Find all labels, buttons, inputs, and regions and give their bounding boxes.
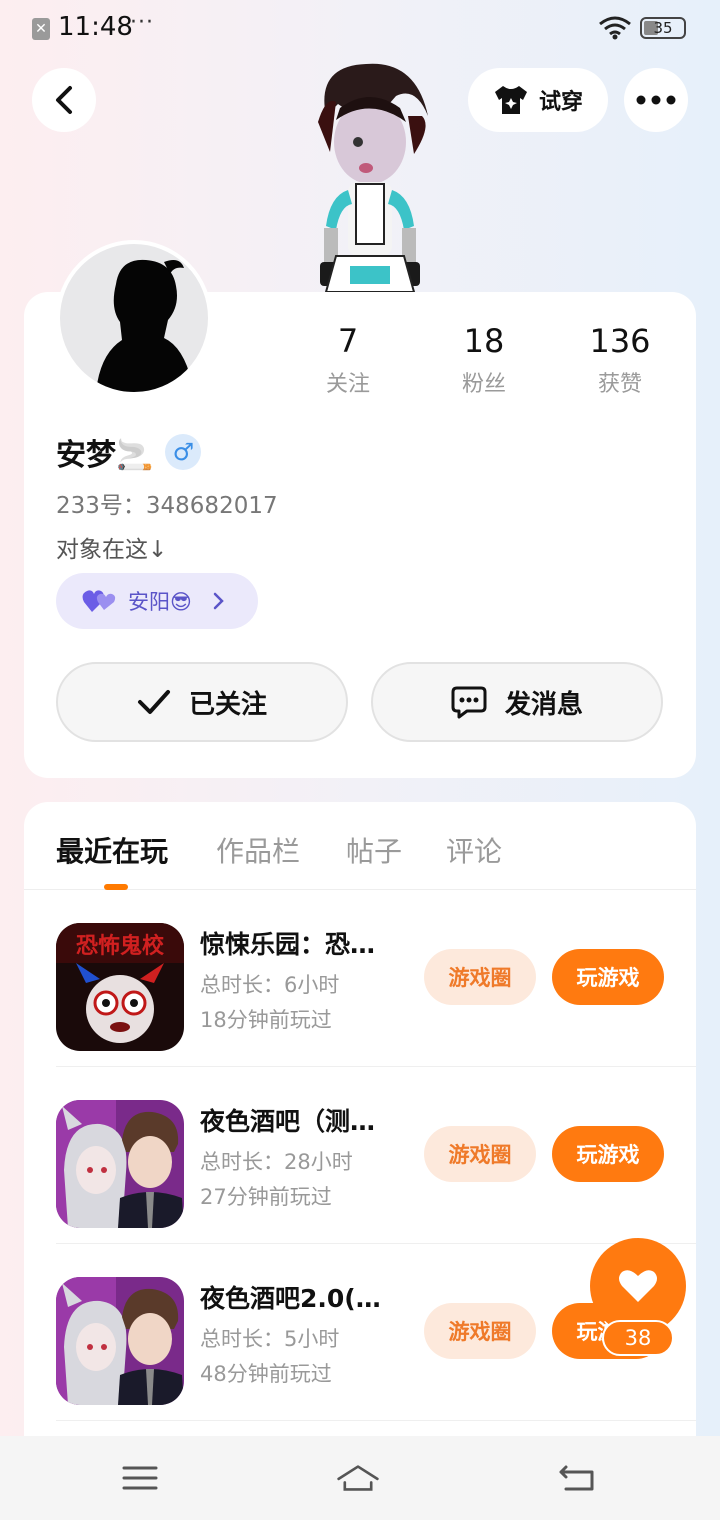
status-more-dots: ···	[130, 10, 154, 35]
game-duration: 总时长：28小时	[200, 1150, 353, 1174]
chevron-left-icon	[56, 86, 72, 114]
check-icon	[137, 690, 170, 714]
recent-games-card: 最近在玩 作品栏 帖子 评论 恐怖鬼校 惊悚乐园：恐… 总时长：6小时 18分钟…	[24, 802, 696, 1462]
tshirt-icon	[494, 86, 527, 114]
play-game-button[interactable]: 玩游戏	[552, 949, 664, 1005]
back-nav-button[interactable]	[556, 1456, 600, 1500]
hearts-icon	[82, 590, 116, 612]
likes-count: 136	[589, 322, 651, 360]
avatar-character[interactable]	[296, 56, 444, 296]
male-gender-icon: ♂	[165, 434, 202, 470]
game-duration: 总时长：6小时	[200, 973, 340, 997]
chat-bubble-icon	[451, 686, 487, 719]
username-row: 安梦🚬 ♂	[56, 430, 202, 474]
followers-stat[interactable]: 18 粉丝	[429, 322, 539, 398]
likes-stat[interactable]: 136 获赞	[565, 322, 675, 398]
notification-icon: ✕	[32, 18, 50, 40]
heart-icon	[619, 1270, 657, 1302]
battery-level: 35	[653, 19, 673, 37]
character-illustration	[318, 63, 428, 293]
status-bar: ✕ 11:48 ··· 35	[0, 0, 720, 58]
game-circle-button[interactable]: 游戏圈	[424, 949, 536, 1005]
tab-comments[interactable]: 评论	[446, 830, 502, 870]
game-title: 惊悚乐园：恐…	[200, 930, 376, 959]
game-icon	[56, 1100, 184, 1228]
game-last-played: 48分钟前玩过	[200, 1362, 332, 1386]
system-nav-bar	[0, 1436, 720, 1520]
game-title: 夜色酒吧2.0(…	[200, 1284, 381, 1313]
followers-count: 18	[463, 322, 505, 360]
game-last-played: 27分钟前玩过	[200, 1185, 332, 1209]
back-button[interactable]	[32, 68, 96, 132]
bio: 对象在这↓	[56, 537, 168, 563]
game-row[interactable]: 恐怖鬼校 惊悚乐园：恐… 总时长：6小时 18分钟前玩过 游戏圈 玩游戏	[56, 891, 696, 1067]
return-icon	[559, 1465, 594, 1491]
active-tab-indicator	[104, 884, 128, 890]
chevron-right-icon	[213, 592, 224, 610]
game-icon: 恐怖鬼校	[56, 923, 184, 1051]
game-icon	[56, 1277, 184, 1405]
avatar[interactable]	[56, 240, 212, 396]
hamburger-icon	[122, 1466, 158, 1490]
status-time: 11:48	[58, 12, 133, 42]
followers-label: 粉丝	[461, 372, 506, 397]
battery-icon: 35	[640, 17, 686, 39]
more-options-button[interactable]	[624, 68, 688, 132]
followed-label: 已关注	[188, 689, 267, 720]
game-duration: 总时长：5小时	[200, 1327, 340, 1351]
menu-nav-button[interactable]	[118, 1456, 162, 1500]
game-icon-text: 恐怖鬼校	[76, 933, 165, 959]
game-circle-button[interactable]: 游戏圈	[424, 1303, 536, 1359]
tab-posts[interactable]: 帖子	[346, 830, 402, 870]
profile-tabs: 最近在玩 作品栏 帖子 评论	[24, 802, 696, 890]
tab-works[interactable]: 作品栏	[216, 830, 300, 870]
avatar-silhouette	[96, 259, 194, 392]
game-circle-button[interactable]: 游戏圈	[424, 1126, 536, 1182]
try-on-label: 试穿	[538, 90, 583, 115]
send-message-label: 发消息	[504, 689, 583, 720]
likes-label: 获赞	[597, 372, 642, 397]
partner-link[interactable]: 安阳😎	[56, 573, 258, 629]
home-nav-button[interactable]	[336, 1456, 380, 1500]
game-title: 夜色酒吧（测…	[200, 1107, 376, 1136]
send-message-button[interactable]: 发消息	[371, 662, 663, 742]
try-on-button[interactable]: 试穿	[468, 68, 608, 132]
game-row[interactable]: 夜色酒吧（测… 总时长：28小时 27分钟前玩过 游戏圈 玩游戏	[56, 1068, 696, 1244]
wifi-icon	[599, 16, 631, 40]
user-id: 233号：348682017	[56, 493, 278, 519]
following-count: 7	[337, 322, 359, 360]
more-dots-icon	[636, 95, 676, 105]
play-game-button[interactable]: 玩游戏	[552, 1126, 664, 1182]
followed-button[interactable]: 已关注	[56, 662, 348, 742]
following-stat[interactable]: 7 关注	[293, 322, 403, 398]
following-label: 关注	[325, 372, 370, 397]
partner-name: 安阳😎	[128, 590, 192, 614]
tab-recently-played[interactable]: 最近在玩	[56, 830, 168, 870]
like-count: 38	[602, 1320, 674, 1356]
home-icon	[337, 1465, 379, 1491]
username: 安梦🚬	[56, 438, 154, 473]
game-last-played: 18分钟前玩过	[200, 1008, 332, 1032]
